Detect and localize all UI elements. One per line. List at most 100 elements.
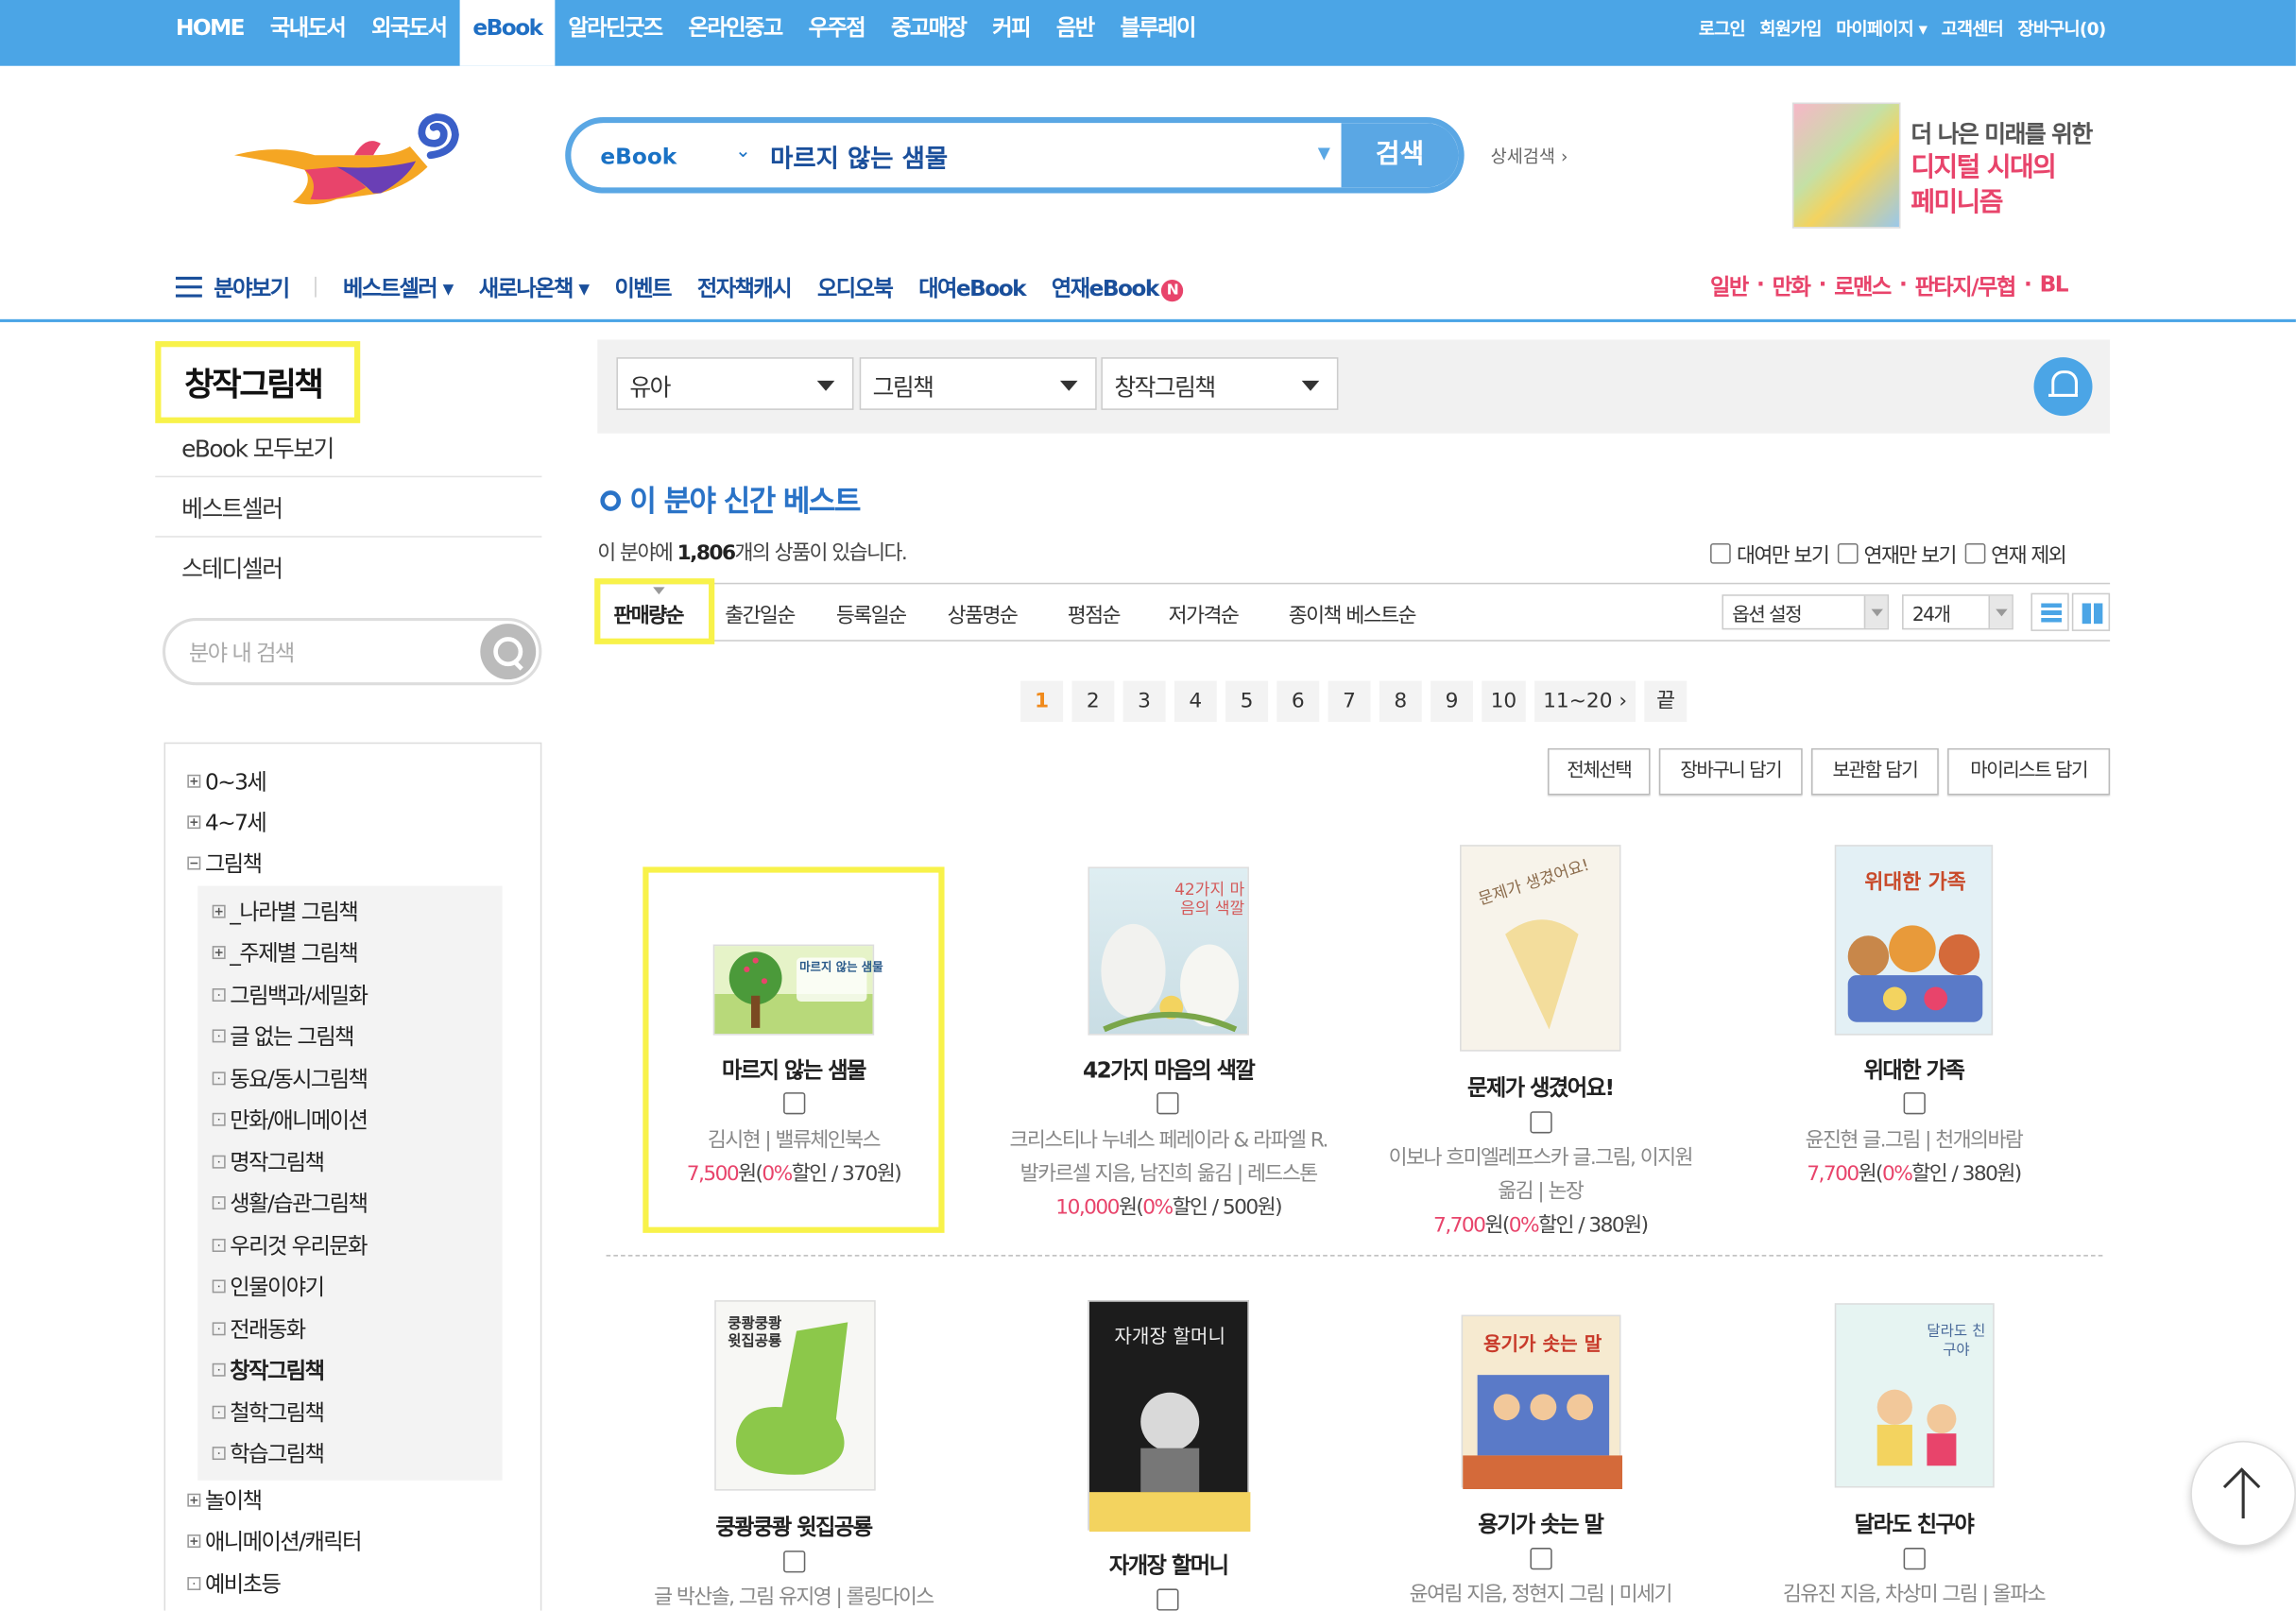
- hamburger-menu-icon[interactable]: [175, 276, 202, 298]
- topnav-domestic-books[interactable]: 국내도서: [257, 0, 358, 66]
- gnb-audiobook[interactable]: 오디오북: [817, 271, 894, 302]
- sort-by-sales[interactable]: 판매량순: [594, 578, 715, 644]
- category-search-input[interactable]: 분야 내 검색: [189, 637, 295, 668]
- checkbox[interactable]: [1710, 542, 1731, 564]
- sidebar-steadyseller[interactable]: 스테디셀러: [155, 538, 541, 598]
- add-to-mylist-button[interactable]: 마이리스트 담기: [1947, 747, 2111, 796]
- topnav-bluray[interactable]: 블루레이: [1107, 0, 1208, 66]
- tree-item-play-books[interactable]: 놀이책: [187, 1484, 263, 1516]
- page-2[interactable]: 2: [1071, 680, 1115, 723]
- product-cover[interactable]: 42가지 마음의 색깔: [1088, 866, 1249, 1036]
- scroll-to-top-icon[interactable]: [2190, 1440, 2296, 1547]
- topnav-coffee[interactable]: 커피: [979, 0, 1043, 66]
- page-7[interactable]: 7: [1328, 680, 1371, 723]
- tree-item-0-3[interactable]: 0~3세: [187, 765, 267, 797]
- product-checkbox[interactable]: [1530, 1111, 1552, 1134]
- topnav-foreign-books[interactable]: 외국도서: [358, 0, 459, 66]
- product-title[interactable]: 위대한 가족: [1723, 1054, 2104, 1086]
- cart-link[interactable]: 장바구니(0): [2018, 15, 2107, 40]
- product-cover[interactable]: 달라도 친구야: [1834, 1303, 1995, 1488]
- product-author-cont[interactable]: 발카르셀 지음, 남진희 옮김 | 레드스톤: [978, 1158, 1359, 1188]
- tree-subitem[interactable]: 명작그림책: [212, 1146, 325, 1177]
- sidebar-all-ebooks[interactable]: eBook 모두보기: [155, 418, 542, 478]
- topnav-goods[interactable]: 알라딘굿즈: [555, 0, 675, 66]
- expand-icon[interactable]: [187, 774, 201, 788]
- tree-subitem[interactable]: 글 없는 그림책: [212, 1020, 355, 1052]
- signup-link[interactable]: 회원가입: [1759, 15, 1822, 40]
- ad-headline[interactable]: 더 나은 미래를 위한: [1910, 114, 2093, 149]
- sort-by-regdate[interactable]: 등록일순: [836, 600, 907, 629]
- page-1[interactable]: 1: [1020, 680, 1064, 723]
- topnav-home[interactable]: HOME: [163, 0, 257, 66]
- select-all-button[interactable]: 전체선택: [1548, 747, 1651, 796]
- product-title[interactable]: 달라도 친구야: [1723, 1508, 2104, 1539]
- exclude-serial-checkbox[interactable]: 연재 제외: [1964, 540, 2067, 570]
- page-5[interactable]: 5: [1225, 680, 1269, 723]
- expand-icon[interactable]: [187, 815, 201, 830]
- product-author-cont[interactable]: 옮김 | 논장: [1350, 1175, 1731, 1205]
- product-author[interactable]: 크리스티나 누녜스 페레이라 & 라파엘 R.: [978, 1124, 1359, 1154]
- filter-select-age[interactable]: 유아: [616, 357, 854, 410]
- search-category-select[interactable]: eBook: [600, 144, 677, 170]
- search-icon[interactable]: [480, 624, 537, 680]
- tree-subitem[interactable]: _주제별 그림책: [212, 937, 359, 968]
- product-title[interactable]: 마르지 않는 샘물: [603, 1054, 984, 1086]
- product-cover[interactable]: 쿵쾅쿵쾅 윗집공룡: [714, 1300, 876, 1491]
- sort-by-name[interactable]: 상품명순: [948, 600, 1019, 629]
- ad-title-line2[interactable]: 페미니즘: [1910, 181, 2003, 219]
- page-9[interactable]: 9: [1431, 680, 1473, 723]
- customer-center-link[interactable]: 고객센터: [1942, 15, 2004, 40]
- sort-by-pubdate[interactable]: 출간일순: [725, 600, 796, 629]
- gnb-ebook-cash[interactable]: 전자책캐시: [697, 271, 793, 302]
- tree-subitem[interactable]: 그림백과/세밀화: [212, 980, 368, 1011]
- product-author[interactable]: 김시현 | 밸류체인북스: [603, 1124, 984, 1154]
- tree-item-preschool[interactable]: 예비초등: [187, 1568, 282, 1600]
- tree-subitem[interactable]: 전래동화: [212, 1313, 306, 1345]
- filter-select-genre[interactable]: 그림책: [859, 357, 1097, 410]
- product-title[interactable]: 용기가 솟는 말: [1350, 1508, 1731, 1539]
- product-author[interactable]: 글 박산솔, 그림 유지영 | 롤링다이스: [603, 1582, 984, 1611]
- rental-only-checkbox[interactable]: 대여만 보기: [1710, 540, 1830, 570]
- product-author[interactable]: 윤여림 지음, 정현지 그림 | 미세기: [1350, 1579, 1731, 1608]
- advanced-search-link[interactable]: 상세검색 ›: [1491, 144, 1568, 168]
- list-view-icon[interactable]: [2030, 592, 2069, 631]
- gnb-bestseller[interactable]: 베스트셀러 ▾: [343, 271, 454, 302]
- aladin-lamp-logo[interactable]: [233, 111, 463, 214]
- product-cover[interactable]: 용기가 솟는 말: [1461, 1314, 1623, 1490]
- page-last[interactable]: 끝: [1644, 680, 1688, 723]
- login-link[interactable]: 로그인: [1699, 15, 1746, 40]
- sidebar-bestseller[interactable]: 베스트셀러: [155, 477, 542, 538]
- sort-by-price[interactable]: 저가격순: [1169, 600, 1240, 629]
- product-checkbox[interactable]: [1903, 1548, 1926, 1570]
- product-checkbox[interactable]: [1157, 1092, 1179, 1115]
- tree-subitem[interactable]: 철학그림책: [212, 1397, 325, 1428]
- product-author[interactable]: 김유진 지음, 차상미 그림 | 올파소: [1723, 1579, 2104, 1608]
- tree-subitem[interactable]: 생활/습관그림책: [212, 1188, 368, 1219]
- tree-subitem[interactable]: 우리것 우리문화: [212, 1230, 368, 1261]
- product-title[interactable]: 42가지 마음의 색깔: [978, 1054, 1359, 1086]
- topnav-space-store[interactable]: 우주점: [796, 0, 878, 66]
- topnav-online-used[interactable]: 온라인중고: [676, 0, 796, 66]
- tree-subitem[interactable]: 인물이야기: [212, 1271, 325, 1302]
- add-to-wishlist-button[interactable]: 보관함 담기: [1810, 747, 1939, 796]
- expand-icon[interactable]: [187, 1493, 201, 1507]
- per-page-select[interactable]: 24개: [1902, 594, 2013, 630]
- ad-book-cover[interactable]: [1791, 102, 1901, 229]
- tree-subitem[interactable]: 만화/애니메이션: [212, 1104, 368, 1135]
- search-button[interactable]: 검색: [1341, 123, 1459, 188]
- page-next-group[interactable]: 11~20 ›: [1534, 680, 1636, 723]
- product-title[interactable]: 문제가 생겼어요!: [1350, 1071, 1731, 1103]
- tree-item-4-7[interactable]: 4~7세: [187, 807, 267, 838]
- product-author[interactable]: 이보나 흐미엘레프스카 글.그림, 이지원: [1350, 1142, 1731, 1172]
- genre-bl[interactable]: BL: [2040, 271, 2069, 302]
- topnav-used-store[interactable]: 중고매장: [878, 0, 979, 66]
- product-cover[interactable]: 마르지 않는 샘물: [712, 944, 883, 1036]
- mypage-link[interactable]: 마이페이지 ▾: [1836, 15, 1928, 40]
- tree-subitem-current[interactable]: 창작그림책: [212, 1354, 325, 1385]
- search-input[interactable]: 마르지 않는 샘물: [770, 138, 948, 174]
- add-to-cart-button[interactable]: 장바구니 담기: [1658, 747, 1803, 796]
- checkbox[interactable]: [1964, 542, 1985, 564]
- grid-view-icon[interactable]: [2071, 592, 2111, 631]
- product-title[interactable]: 쿵쾅쿵쾅 윗집공룡: [603, 1511, 984, 1542]
- product-cover[interactable]: 위대한 가족: [1834, 845, 1994, 1036]
